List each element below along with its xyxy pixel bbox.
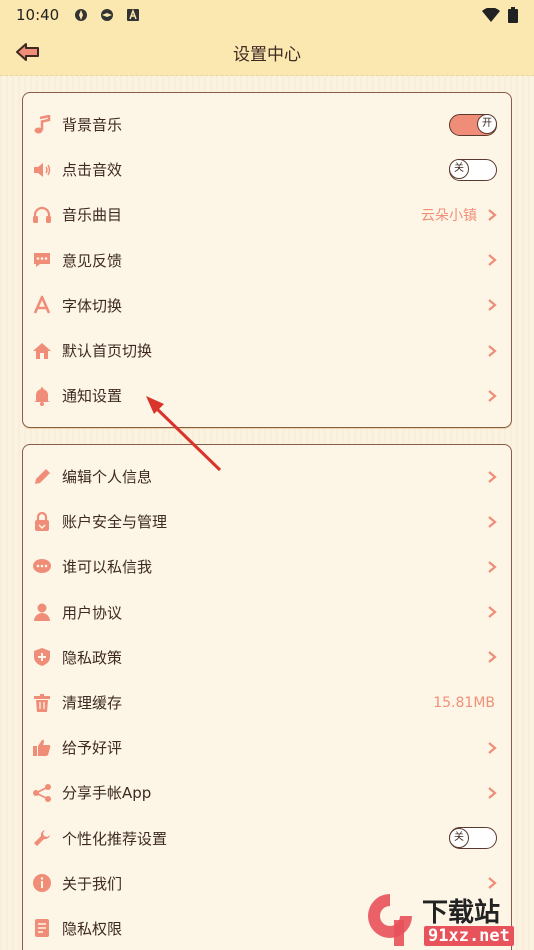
row-label: 编辑个人信息 <box>62 468 153 487</box>
header-bar: 设置中心 <box>0 30 534 76</box>
row-label: 给予好评 <box>62 739 123 758</box>
logo-icon <box>368 894 412 946</box>
toggle-knob: 关 <box>449 827 469 848</box>
row-label: 通知设置 <box>62 387 123 406</box>
row-click-sound[interactable]: 点击音效 关 <box>23 147 511 192</box>
row-label: 默认首页切换 <box>62 342 153 361</box>
user-icon <box>31 601 53 623</box>
row-label: 音乐曲目 <box>62 206 123 225</box>
document-icon <box>31 917 53 939</box>
cache-size-value: 15.81MB <box>433 694 495 711</box>
row-share-app[interactable]: 分享手帐App <box>23 770 511 815</box>
battery-icon <box>508 7 518 23</box>
chat-bubble-icon <box>31 249 53 271</box>
row-label: 清理缓存 <box>62 694 123 713</box>
app-notification-icon <box>75 9 88 21</box>
thumbs-up-icon <box>31 737 53 759</box>
font-a-icon <box>31 294 53 316</box>
toggle-knob: 开 <box>477 114 497 135</box>
settings-card-account: 编辑个人信息 账户安全与管理 谁可以私信我 用户协议 隐私政策 清理缓存 15.… <box>22 444 512 950</box>
chevron-right-icon <box>488 299 497 312</box>
chevron-right-icon <box>488 561 497 573</box>
music-track-value: 云朵小镇 <box>421 207 477 224</box>
chevron-right-icon <box>488 389 497 402</box>
row-label: 隐私政策 <box>62 648 123 667</box>
a-notification-icon <box>127 8 140 21</box>
back-arrow-icon[interactable] <box>14 40 42 64</box>
message-bubble-icon <box>31 556 53 578</box>
info-icon <box>31 872 53 894</box>
music-note-icon <box>31 114 53 136</box>
row-feedback[interactable]: 意见反馈 <box>23 238 511 283</box>
row-notification-settings[interactable]: 通知设置 <box>23 373 511 418</box>
chevron-right-icon <box>488 787 497 799</box>
chevron-right-icon <box>488 254 497 267</box>
watermark-url: 91xz.net <box>424 926 514 946</box>
status-time: 10:40 <box>16 6 60 24</box>
row-music-track[interactable]: 音乐曲目 云朵小镇 <box>23 192 511 237</box>
row-label: 用户协议 <box>62 603 123 622</box>
chevron-right-icon <box>488 344 497 357</box>
chevron-right-icon <box>488 741 497 754</box>
status-right <box>482 7 518 23</box>
row-personalized-recommendation[interactable]: 个性化推荐设置 关 <box>23 816 511 861</box>
bell-icon <box>31 385 53 407</box>
click-sound-toggle[interactable]: 关 <box>449 158 497 181</box>
home-icon <box>31 340 53 362</box>
row-give-rating[interactable]: 给予好评 <box>23 725 511 770</box>
headphones-icon <box>31 204 53 226</box>
background-music-toggle[interactable]: 开 <box>449 113 497 136</box>
row-account-security[interactable]: 账户安全与管理 <box>23 499 511 544</box>
row-background-music[interactable]: 背景音乐 开 <box>23 102 511 147</box>
row-default-home[interactable]: 默认首页切换 <box>23 328 511 373</box>
row-clear-cache[interactable]: 清理缓存 15.81MB <box>23 680 511 725</box>
row-label: 点击音效 <box>62 161 123 180</box>
row-who-can-message[interactable]: 谁可以私信我 <box>23 544 511 589</box>
personalized-recommendation-toggle[interactable]: 关 <box>449 827 497 850</box>
row-font-switch[interactable]: 字体切换 <box>23 283 511 328</box>
share-icon <box>31 782 53 804</box>
row-label: 账户安全与管理 <box>62 513 168 532</box>
row-label: 分享手帐App <box>62 784 152 803</box>
chevron-right-icon <box>488 470 497 483</box>
chevron-right-icon <box>488 651 497 664</box>
row-label: 字体切换 <box>62 296 123 315</box>
status-bar: 10:40 <box>0 0 534 30</box>
toggle-knob: 关 <box>449 159 469 180</box>
app-notification-icon <box>101 9 114 21</box>
pencil-icon <box>31 466 53 488</box>
chevron-right-icon <box>488 209 497 221</box>
wrench-icon <box>31 827 53 849</box>
speaker-icon <box>31 159 53 181</box>
row-label: 意见反馈 <box>62 251 123 270</box>
chevron-right-icon <box>488 606 497 619</box>
row-privacy-policy[interactable]: 隐私政策 <box>23 635 511 680</box>
trash-icon <box>31 692 53 714</box>
watermark-logo: 下载站 91xz.net <box>360 890 530 950</box>
lock-icon <box>31 511 53 533</box>
chevron-right-icon <box>488 515 497 528</box>
row-edit-profile[interactable]: 编辑个人信息 <box>23 454 511 499</box>
row-label: 背景音乐 <box>62 116 123 135</box>
settings-card-general: 背景音乐 开 点击音效 关 音乐曲目 云朵小镇 意见反馈 字体切换 默认首页切换… <box>22 92 512 428</box>
row-user-agreement[interactable]: 用户协议 <box>23 590 511 635</box>
watermark-brand: 下载站 <box>422 898 501 928</box>
wifi-icon <box>482 8 500 22</box>
chevron-right-icon <box>488 877 497 890</box>
shield-icon <box>31 646 53 668</box>
row-label: 个性化推荐设置 <box>62 829 168 848</box>
page-title: 设置中心 <box>233 45 301 65</box>
row-label: 谁可以私信我 <box>62 558 153 577</box>
